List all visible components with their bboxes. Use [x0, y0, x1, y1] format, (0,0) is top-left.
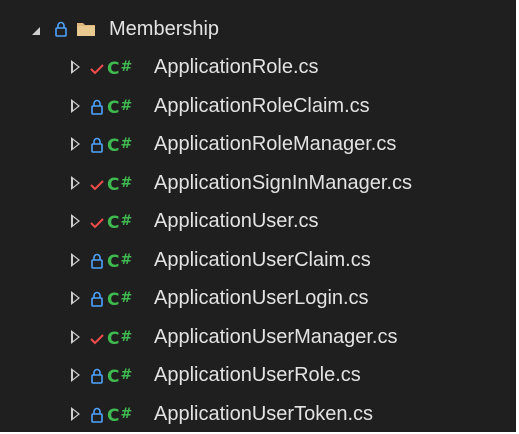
- tree-file-item[interactable]: C# ApplicationRole.cs: [0, 48, 516, 86]
- checkmark-icon: [90, 64, 104, 75]
- csharp-icon: C#: [107, 97, 133, 118]
- csharp-icon: C#: [107, 136, 133, 156]
- lock-icon: [91, 99, 103, 115]
- expand-arrow-icon[interactable]: [32, 27, 40, 35]
- collapse-arrow-icon[interactable]: [71, 175, 80, 190]
- checkmark-icon: [90, 218, 104, 229]
- csharp-icon: C#: [107, 59, 133, 79]
- collapse-arrow-icon[interactable]: [71, 214, 80, 228]
- file-label: ApplicationRole.cs: [154, 56, 319, 78]
- csharp-icon: C#: [107, 174, 133, 195]
- collapse-arrow-icon[interactable]: [71, 329, 80, 344]
- file-label: ApplicationUserToken.cs: [154, 402, 373, 425]
- csharp-icon: C#: [107, 328, 133, 349]
- file-label: ApplicationUserManager.cs: [154, 325, 398, 348]
- csharp-icon: C#: [107, 213, 133, 233]
- lock-icon: [91, 407, 103, 423]
- folder-label: Membership: [109, 18, 220, 40]
- tree-file-item[interactable]: C# ApplicationUserLogin.cs: [0, 279, 516, 317]
- collapse-arrow-icon[interactable]: [71, 98, 80, 113]
- tree-folder-membership[interactable]: Membership: [0, 10, 516, 48]
- lock-icon: [55, 21, 67, 37]
- lock-icon: [91, 368, 103, 384]
- solution-explorer-tree: Membership C# ApplicationRole.cs C# Applica…: [0, 0, 516, 432]
- lock-icon: [91, 291, 103, 307]
- collapse-arrow-icon[interactable]: [71, 406, 80, 421]
- lock-icon: [91, 137, 103, 153]
- lock-icon: [91, 253, 103, 269]
- collapse-arrow-icon[interactable]: [71, 291, 80, 305]
- folder-icon: [77, 23, 95, 36]
- file-label: ApplicationRoleClaim.cs: [154, 94, 370, 117]
- tree-file-item[interactable]: C# ApplicationRoleManager.cs: [0, 125, 516, 163]
- tree-file-item[interactable]: C# ApplicationRoleClaim.cs: [0, 87, 516, 125]
- tree-file-item[interactable]: C# ApplicationUserManager.cs: [0, 318, 516, 356]
- csharp-icon: C#: [107, 405, 133, 426]
- tree-file-item[interactable]: C# ApplicationUserRole.cs: [0, 356, 516, 394]
- collapse-arrow-icon[interactable]: [71, 137, 80, 151]
- checkmark-icon: [90, 333, 104, 344]
- tree-file-item[interactable]: C# ApplicationUser.cs: [0, 202, 516, 240]
- collapse-arrow-icon[interactable]: [71, 368, 80, 382]
- file-label: ApplicationUserRole.cs: [154, 364, 361, 386]
- csharp-icon: C#: [107, 251, 133, 272]
- file-label: ApplicationUserClaim.cs: [154, 248, 371, 271]
- tree-file-item[interactable]: C# ApplicationSignInManager.cs: [0, 164, 516, 202]
- csharp-icon: C#: [107, 290, 133, 310]
- tree-file-item[interactable]: C# ApplicationUserToken.cs: [0, 395, 516, 433]
- checkmark-icon: [90, 179, 104, 190]
- tree-file-item[interactable]: C# ApplicationUserClaim.cs: [0, 241, 516, 279]
- collapse-arrow-icon[interactable]: [71, 252, 80, 267]
- file-label: ApplicationUserLogin.cs: [154, 287, 369, 309]
- file-label: ApplicationUser.cs: [154, 210, 319, 232]
- collapse-arrow-icon[interactable]: [71, 60, 80, 74]
- csharp-icon: C#: [107, 367, 133, 387]
- file-label: ApplicationSignInManager.cs: [154, 171, 412, 194]
- file-label: ApplicationRoleManager.cs: [154, 133, 397, 155]
